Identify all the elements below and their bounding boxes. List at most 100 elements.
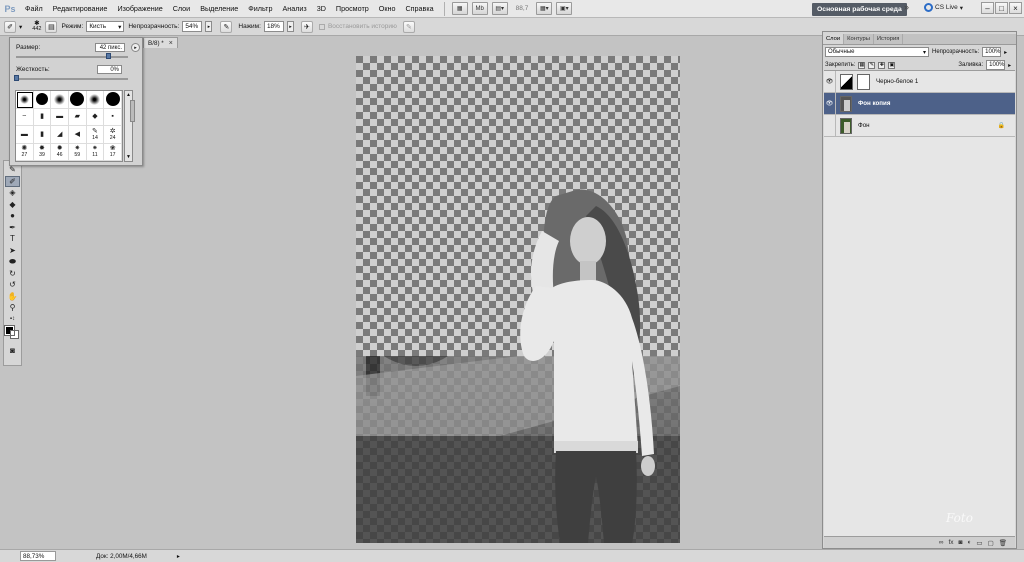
size-input[interactable]: 42 пикс. (95, 43, 125, 52)
brush-preset[interactable]: ▪ (104, 108, 122, 126)
shape-tool-icon[interactable]: ⬬ (5, 256, 20, 268)
brush-preset[interactable]: ✎ 14 (86, 126, 105, 144)
visibility-eye-icon[interactable]: 👁 (824, 92, 836, 115)
zoom-level-field[interactable]: 88,7 (516, 5, 529, 12)
3d-orbit-tool-icon[interactable]: ↺ (5, 279, 20, 291)
lock-all-icon[interactable]: ▣ (888, 61, 896, 69)
menu-image[interactable]: Изображение (112, 4, 167, 13)
quick-mask-icon[interactable]: ◙ (5, 345, 20, 357)
brush-preset[interactable]: ❀ 17 (104, 143, 122, 161)
mode-select[interactable]: Кисть ▾ (86, 21, 125, 32)
preset-scrollbar[interactable]: ▲ ▼ (124, 90, 135, 162)
layer-row-background-copy[interactable]: 👁 Фон копия (824, 92, 1015, 115)
document-tab[interactable]: B/8) * × (143, 37, 178, 48)
hand-tool-icon[interactable]: ✋ (5, 291, 20, 303)
tab-layers[interactable]: Слои (823, 34, 845, 44)
layer-opacity-input[interactable]: 100% (982, 47, 1002, 57)
brush-preset[interactable] (51, 91, 69, 109)
tab-paths[interactable]: Контуры (844, 34, 874, 44)
brush-preset[interactable]: ✲ 24 (104, 126, 122, 144)
lock-pixels-icon[interactable]: ✎ (868, 61, 876, 69)
minimize-button[interactable]: – (981, 2, 994, 14)
visibility-eye-icon[interactable]: 👁 (824, 70, 836, 93)
brush-preset[interactable]: ▰ (68, 108, 87, 126)
menu-3d[interactable]: 3D (312, 4, 331, 13)
zoom-tool-icon[interactable]: ⚲ (5, 302, 20, 314)
type-tool-icon[interactable]: T (5, 233, 20, 245)
document-canvas[interactable] (356, 56, 680, 543)
mini-bridge-button[interactable]: Mb (471, 2, 488, 15)
layer-row-background[interactable]: Фон 🔒 (824, 114, 1015, 137)
lock-transparency-icon[interactable]: ▦ (858, 61, 866, 69)
blend-mode-select[interactable]: Обычные ▾ (825, 47, 929, 57)
opacity-slider-toggle[interactable]: ▸ (205, 21, 213, 32)
hardness-slider-track[interactable] (16, 78, 128, 80)
brush-panel-toggle[interactable]: ▤ (45, 20, 58, 33)
3d-rotate-tool-icon[interactable]: ↻ (5, 268, 20, 280)
workspace-more-icon[interactable]: » (904, 2, 909, 12)
eraser-tool-icon[interactable]: ✐ (5, 175, 20, 187)
visibility-eye-icon[interactable] (824, 114, 836, 137)
view-extras-button[interactable]: ▤▾ (491, 2, 508, 15)
menu-view[interactable]: Просмотр (331, 4, 374, 13)
close-button[interactable]: × (1009, 2, 1022, 14)
brush-preset[interactable]: ✹ 46 (51, 143, 69, 161)
menu-window[interactable]: Окно (374, 4, 401, 13)
menu-layers[interactable]: Слои (168, 4, 195, 13)
add-mask-icon[interactable]: ◙ (959, 539, 963, 546)
tool-preset-picker[interactable]: ✐ ▾ (4, 20, 22, 33)
dodge-tool-icon[interactable]: ● (5, 210, 20, 222)
new-group-icon[interactable]: ▭ (976, 539, 982, 547)
pressure-size-icon[interactable]: ✎ (402, 20, 415, 33)
scrollbar-thumb[interactable] (130, 100, 135, 122)
layer-mask-thumbnail[interactable] (857, 73, 870, 90)
background-color-swatch[interactable] (9, 330, 19, 339)
airbrush-icon[interactable]: ✈ (300, 20, 313, 33)
workspace-button[interactable]: Основная рабочая среда (812, 3, 907, 16)
menu-help[interactable]: Справка (400, 4, 438, 13)
opacity-input[interactable]: 54% (182, 21, 203, 32)
maximize-button[interactable]: □ (995, 2, 1008, 14)
zoom-input[interactable]: 88,73% (20, 551, 56, 561)
lock-position-icon[interactable]: ✚ (878, 61, 886, 69)
brush-preset[interactable] (16, 91, 34, 109)
screen-mode-button[interactable]: ▣▾ (556, 2, 573, 15)
flow-input[interactable]: 18% (263, 21, 284, 32)
brush-preset[interactable]: ▮ (33, 108, 52, 126)
fill-input[interactable]: 100% (986, 60, 1006, 70)
menu-select[interactable]: Выделение (195, 4, 243, 13)
scroll-down-icon[interactable]: ▼ (125, 153, 132, 161)
close-icon[interactable]: × (169, 40, 173, 47)
brush-preset[interactable]: ⁕ 11 (86, 143, 105, 161)
pressure-opacity-icon[interactable]: ✎ (220, 20, 233, 33)
brush-preset[interactable]: ✸ 39 (33, 143, 52, 161)
new-layer-icon[interactable]: ▢ (988, 539, 994, 547)
arrange-documents-button[interactable]: ▦▾ (536, 2, 553, 15)
brush-preset[interactable] (104, 91, 122, 109)
layer-row-bw-adjustment[interactable]: 👁 Черно-белое 1 (824, 70, 1015, 93)
history-checkbox[interactable] (318, 23, 325, 30)
brush-preset[interactable] (86, 91, 105, 109)
opacity-slider-toggle[interactable]: ▸ (1004, 49, 1007, 56)
brush-preset[interactable]: ◆ (86, 108, 105, 126)
cs-live-button[interactable]: CS Live ▾ (924, 3, 963, 12)
brush-preset[interactable]: ✷ 59 (68, 143, 87, 161)
scroll-up-icon[interactable]: ▲ (125, 91, 132, 99)
brush-preset[interactable] (68, 91, 87, 109)
blur-tool-icon[interactable]: ◆ (5, 199, 20, 211)
pen-tool-icon[interactable]: ✒ (5, 222, 20, 234)
hardness-input[interactable]: 0% (97, 65, 122, 74)
brush-preset[interactable]: ✺ 27 (16, 143, 34, 161)
panel-menu-icon[interactable]: ▸ (131, 43, 140, 52)
paint-bucket-tool-icon[interactable]: ◈ (5, 187, 20, 199)
menu-analysis[interactable]: Анализ (277, 4, 311, 13)
size-slider-knob[interactable] (106, 53, 111, 59)
brush-preset[interactable]: ▬ (16, 126, 34, 144)
link-layers-icon[interactable]: ∞ (939, 539, 944, 546)
default-colors-icon[interactable]: ▪↕ (5, 314, 20, 326)
delete-layer-icon[interactable]: 🗑 (999, 539, 1007, 547)
color-swatches[interactable] (3, 325, 21, 342)
brush-preset[interactable]: ▬ (51, 108, 69, 126)
brush-preset[interactable]: ~ (16, 108, 34, 126)
brush-picker[interactable]: ✱ 442 (32, 20, 41, 33)
